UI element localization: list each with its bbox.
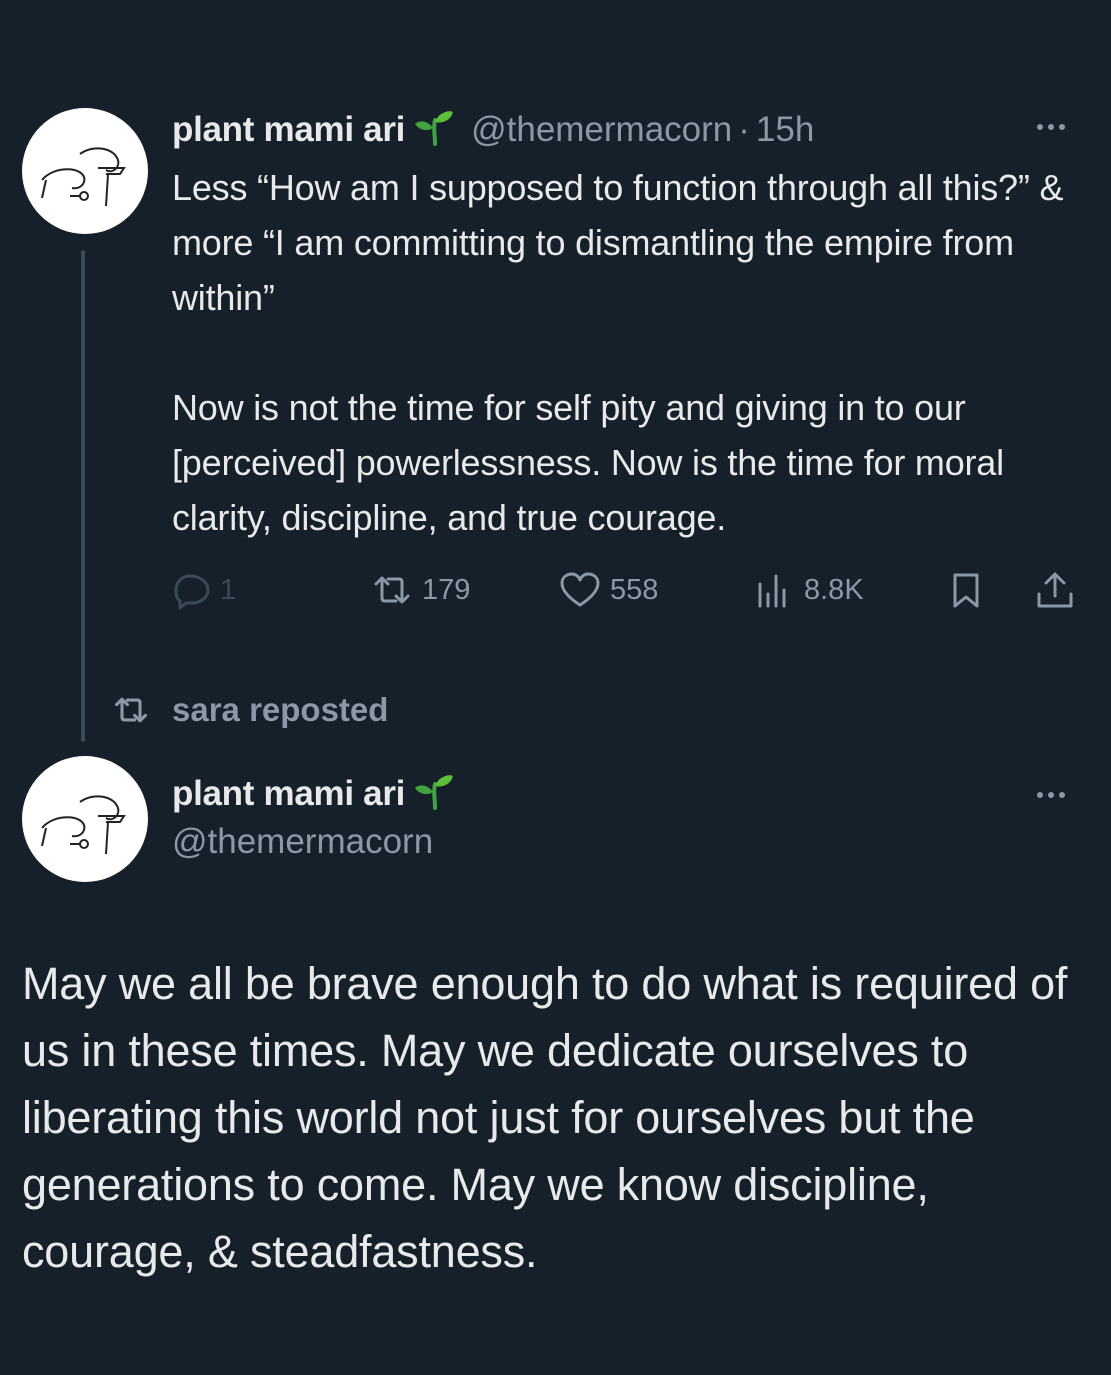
repost-count: 179	[422, 573, 471, 606]
repost-icon	[374, 576, 410, 604]
thread-line	[81, 250, 85, 742]
share-icon	[1037, 572, 1073, 608]
views-button[interactable]: 8.8K	[752, 566, 864, 614]
like-button[interactable]: 558	[558, 566, 658, 614]
view-count: 8.8K	[804, 573, 864, 606]
author-name[interactable]: plant mami ari	[172, 110, 405, 150]
author-name[interactable]: plant mami ari	[172, 774, 405, 814]
author-handle[interactable]: @themermacorn	[471, 110, 732, 150]
heart-icon	[560, 572, 600, 607]
avatar[interactable]	[22, 108, 148, 234]
tweet-paragraph: Less “How am I supposed to function thro…	[172, 167, 1064, 318]
like-count: 558	[610, 573, 659, 606]
tweet-text: Less “How am I supposed to function thro…	[172, 160, 1092, 545]
tweet-actions: 1 179 558 8.8K	[0, 566, 1111, 614]
more-options-button[interactable]	[1037, 792, 1065, 798]
reply-count: 1	[220, 573, 237, 606]
repost-banner-text: sara reposted	[172, 691, 389, 728]
tweet-paragraph: Now is not the time for self pity and gi…	[172, 387, 1004, 538]
ellipsis-icon	[1037, 792, 1043, 798]
avatar[interactable]	[22, 756, 148, 882]
seedling-icon	[415, 770, 455, 819]
analytics-icon	[758, 574, 786, 608]
bookmark-icon	[953, 573, 979, 608]
author-handle[interactable]: @themermacorn	[172, 822, 433, 862]
share-button[interactable]	[1034, 566, 1076, 614]
repost-banner[interactable]: sara reposted	[110, 686, 388, 734]
reply-icon	[174, 574, 210, 610]
separator: ·	[738, 110, 750, 149]
tweet-header: plant mami ari	[172, 770, 471, 818]
bookmark-button[interactable]	[946, 566, 986, 614]
tweet-header: plant mami ari @themermacorn · 15h	[172, 106, 814, 154]
repost-icon	[115, 697, 147, 723]
reply-button[interactable]: 1	[172, 566, 236, 614]
seedling-icon	[415, 106, 455, 155]
more-options-button[interactable]	[1037, 124, 1065, 130]
ellipsis-icon	[1037, 124, 1043, 130]
tweet-text: May we all be brave enough to do what is…	[22, 958, 1068, 1277]
timestamp[interactable]: 15h	[756, 110, 814, 150]
repost-button[interactable]: 179	[370, 566, 470, 614]
